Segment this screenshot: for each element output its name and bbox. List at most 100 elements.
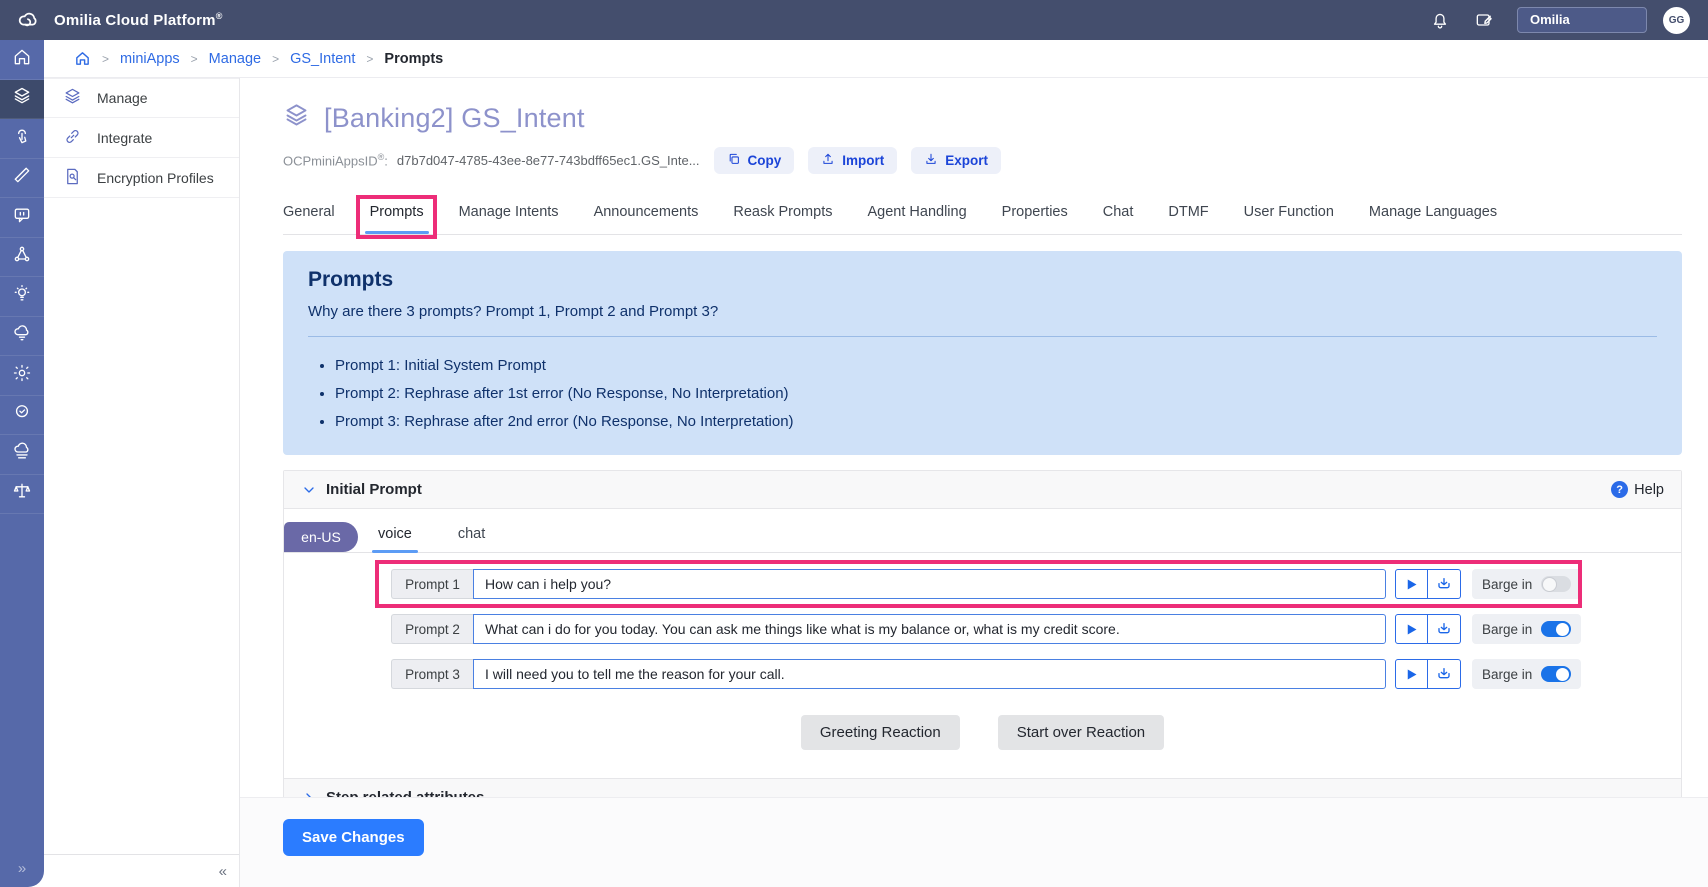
miniapp-id-value: d7b7d047-4785-43ee-8e77-743bdff65ec1.GS_… — [397, 153, 700, 168]
download-audio-button[interactable] — [1428, 659, 1461, 689]
tab-prompts[interactable]: Prompts — [370, 204, 424, 220]
sidebar-item-home[interactable] — [0, 40, 44, 80]
subsidebar-item-label: Integrate — [97, 130, 152, 146]
miniapps-layers-icon — [12, 86, 32, 111]
feedback-icon[interactable] — [1473, 9, 1495, 31]
subsidebar-item-manage[interactable]: Manage — [44, 78, 239, 118]
play-button[interactable] — [1395, 659, 1428, 689]
barge-in-toggle[interactable] — [1541, 621, 1571, 637]
barge-in-toggle[interactable] — [1541, 666, 1571, 682]
info-box-bullet-list: Prompt 1: Initial System Prompt Prompt 2… — [335, 352, 1657, 435]
prompt1-label: Prompt 1 — [391, 569, 473, 599]
chat-icon — [12, 205, 32, 230]
subsidebar-item-label: Manage — [97, 90, 148, 106]
bell-icon[interactable] — [1429, 9, 1451, 31]
gesture-icon — [12, 126, 32, 151]
copy-button[interactable]: Copy — [714, 147, 795, 174]
tab-manage-languages[interactable]: Manage Languages — [1369, 204, 1497, 220]
sidebar-item-asr[interactable] — [0, 317, 44, 357]
greeting-reaction-button[interactable]: Greeting Reaction — [801, 715, 960, 750]
sidebar-item-orchestrator[interactable] — [0, 238, 44, 278]
play-button[interactable] — [1395, 614, 1428, 644]
tab-agent-handling[interactable]: Agent Handling — [867, 204, 966, 220]
org-selector[interactable]: Omilia — [1517, 7, 1647, 33]
barge-in-label: Barge in — [1482, 622, 1532, 637]
breadcrumb-home-icon[interactable] — [74, 50, 91, 67]
download-audio-button[interactable] — [1428, 569, 1461, 599]
miniapp-layers-icon — [283, 102, 310, 134]
sidebar-item-quality[interactable] — [0, 396, 44, 436]
prompt3-label: Prompt 3 — [391, 659, 473, 689]
home-icon — [12, 47, 32, 72]
sidebar-item-design[interactable] — [0, 159, 44, 199]
icon-rail: » — [0, 40, 44, 887]
sidebar-item-automation[interactable] — [0, 356, 44, 396]
help-link[interactable]: ? Help — [1611, 481, 1664, 498]
rail-expand-icon[interactable]: » — [0, 860, 44, 877]
sidebar-item-insights[interactable] — [0, 277, 44, 317]
prompt3-input[interactable] — [473, 659, 1386, 689]
import-button[interactable]: Import — [808, 147, 897, 174]
breadcrumb-current: Prompts — [384, 51, 443, 67]
avatar[interactable]: GG — [1663, 7, 1690, 34]
tab-properties[interactable]: Properties — [1002, 204, 1068, 220]
breadcrumb-link-manage[interactable]: Manage — [209, 51, 261, 67]
collapse-chevrons-icon: « — [219, 863, 227, 880]
tab-manage-intents[interactable]: Manage Intents — [459, 204, 559, 220]
orchestrator-network-icon — [12, 244, 32, 269]
prompt-row-3: Prompt 3 Barge in — [391, 659, 1681, 689]
info-bullet: Prompt 3: Rephrase after 2nd error (No R… — [335, 408, 1657, 436]
mode-tab-chat[interactable]: chat — [458, 526, 485, 542]
mode-tab-voice[interactable]: voice — [378, 526, 412, 542]
tab-announcements[interactable]: Announcements — [594, 204, 699, 220]
sidebar-item-compliance[interactable] — [0, 475, 44, 515]
sidebar-item-chat[interactable] — [0, 198, 44, 238]
document-search-icon — [63, 167, 82, 189]
export-button[interactable]: Export — [911, 147, 1001, 174]
breadcrumb-separator: > — [366, 52, 373, 66]
tab-dtmf[interactable]: DTMF — [1168, 204, 1208, 220]
breadcrumb-separator: > — [272, 52, 279, 66]
tab-chat[interactable]: Chat — [1103, 204, 1134, 220]
barge-in-label: Barge in — [1482, 667, 1532, 682]
subsidebar-item-encryption-profiles[interactable]: Encryption Profiles — [44, 158, 239, 198]
breadcrumb-separator: > — [102, 52, 109, 66]
prompt1-input[interactable] — [473, 569, 1386, 599]
link-icon — [63, 127, 82, 149]
insights-bulb-icon — [12, 284, 32, 309]
subsidebar-item-integrate[interactable]: Integrate — [44, 118, 239, 158]
upload-icon — [821, 152, 835, 169]
download-audio-button[interactable] — [1428, 614, 1461, 644]
start-over-reaction-button[interactable]: Start over Reaction — [998, 715, 1164, 750]
sidebar-item-miniapps[interactable] — [0, 80, 44, 120]
active-mode-underline — [372, 550, 418, 553]
sidebar-item-deployments[interactable] — [0, 435, 44, 475]
page-title: [Banking2] GS_Intent — [324, 103, 585, 134]
initial-prompt-title: Initial Prompt — [326, 481, 422, 498]
initial-prompt-header[interactable]: Initial Prompt ? Help — [284, 471, 1681, 509]
barge-in-control: Barge in — [1472, 659, 1581, 689]
prompt-row-1: Prompt 1 Barge in — [391, 569, 1681, 599]
tab-reask-prompts[interactable]: Reask Prompts — [733, 204, 832, 220]
save-bar: Save Changes — [240, 797, 1708, 887]
prompt-sections-container: Initial Prompt ? Help en-US voice — [283, 470, 1682, 817]
subsidebar-item-label: Encryption Profiles — [97, 170, 214, 186]
prompt2-input[interactable] — [473, 614, 1386, 644]
barge-in-control: Barge in — [1472, 569, 1581, 599]
barge-in-label: Barge in — [1482, 577, 1532, 592]
prompt2-label: Prompt 2 — [391, 614, 473, 644]
tab-general[interactable]: General — [283, 204, 335, 220]
tab-user-function[interactable]: User Function — [1244, 204, 1334, 220]
tab-bar: General Prompts Manage Intents Announcem… — [283, 204, 1682, 235]
subsidebar-collapse[interactable]: « — [44, 854, 239, 887]
active-tab-underline — [365, 231, 429, 234]
language-tab-en-us[interactable]: en-US — [284, 522, 358, 552]
play-button[interactable] — [1395, 569, 1428, 599]
breadcrumb-link-miniapps[interactable]: miniApps — [120, 51, 180, 67]
save-changes-button[interactable]: Save Changes — [283, 819, 424, 856]
cloud-stack-icon — [12, 442, 32, 467]
sidebar-item-gesture[interactable] — [0, 119, 44, 159]
layers-icon — [63, 87, 82, 109]
breadcrumb-link-gs-intent[interactable]: GS_Intent — [290, 51, 355, 67]
barge-in-toggle[interactable] — [1541, 576, 1571, 592]
